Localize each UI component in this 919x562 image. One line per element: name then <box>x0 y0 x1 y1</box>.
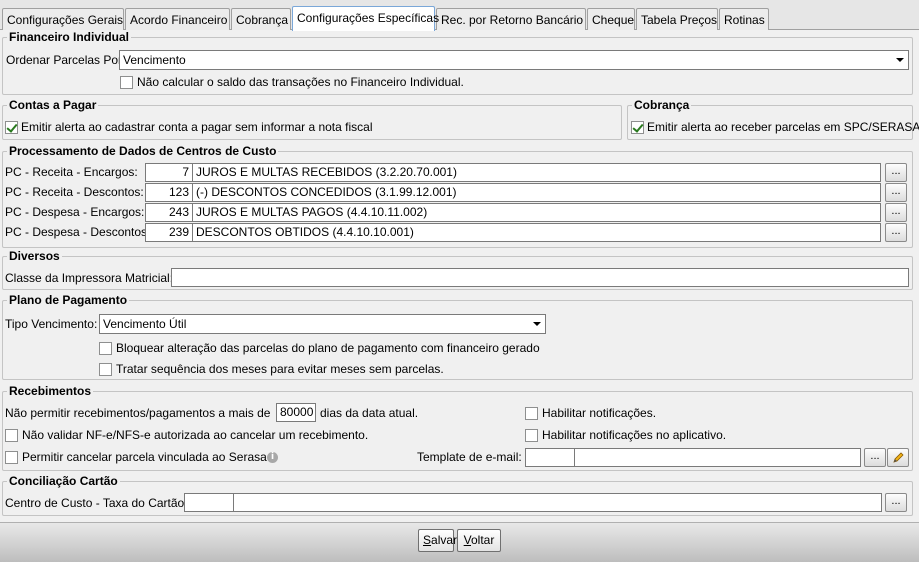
tab-acordo-financeiro[interactable]: Acordo Financeiro <box>125 8 230 30</box>
legend-cobranca: Cobrança <box>632 98 692 112</box>
legend-contas-a-pagar: Contas a Pagar <box>7 98 99 112</box>
group-processamento-centros-custo: Processamento de Dados de Centros de Cus… <box>2 144 913 248</box>
pc-receita-encargos-desc[interactable]: JUROS E MULTAS RECEBIDOS (3.2.20.70.001) <box>192 163 881 182</box>
template-email-code[interactable] <box>525 448 575 467</box>
group-diversos: Diversos Classe da Impressora Matricial: <box>2 249 913 290</box>
centro-custo-taxa-desc[interactable] <box>233 493 882 512</box>
ordenar-parcelas-label: Ordenar Parcelas Por: <box>6 53 126 67</box>
bloquear-alteracao-checkbox[interactable] <box>99 342 112 355</box>
alerta-spc-serasa-checkbox[interactable] <box>631 121 644 134</box>
tab-rotinas[interactable]: Rotinas <box>719 8 769 30</box>
nao-calcular-checkbox[interactable] <box>120 76 133 89</box>
voltar-button[interactable]: Voltar <box>457 529 501 552</box>
permitir-cancelar-serasa-checkbox[interactable] <box>5 451 18 464</box>
info-icon[interactable]: i <box>267 452 278 463</box>
habilitar-notificacoes-checkbox[interactable] <box>525 407 538 420</box>
footer-bar: Salvar Voltar <box>0 522 919 562</box>
tratar-sequencia-checkbox[interactable] <box>99 363 112 376</box>
impressora-matricial-input[interactable] <box>171 268 909 287</box>
template-email-edit-button[interactable] <box>887 448 909 467</box>
centro-custo-taxa-lookup-button[interactable]: ... <box>885 493 907 512</box>
tab-content: Financeiro Individual Ordenar Parcelas P… <box>0 30 919 522</box>
legend-conciliacao-cartao: Conciliação Cartão <box>7 474 120 488</box>
pc-despesa-encargos-desc[interactable]: JUROS E MULTAS PAGOS (4.4.10.11.002) <box>192 203 881 222</box>
salvar-button[interactable]: Salvar <box>418 529 458 552</box>
tratar-sequencia-label: Tratar sequência dos meses para evitar m… <box>116 362 444 376</box>
ordenar-parcelas-value: Vencimento <box>123 53 186 67</box>
salvar-label: alvar <box>431 533 458 547</box>
pc-despesa-encargos-lookup-button[interactable]: ... <box>885 203 907 222</box>
group-conciliacao-cartao: Conciliação Cartão Centro de Custo - Tax… <box>2 474 913 516</box>
tipo-vencimento-label: Tipo Vencimento: <box>5 317 98 331</box>
alerta-conta-pagar-label: Emitir alerta ao cadastrar conta a pagar… <box>21 120 373 134</box>
nao-permitir-recebimentos-label: Não permitir recebimentos/pagamentos a m… <box>5 406 271 420</box>
pc-receita-descontos-label: PC - Receita - Descontos: <box>5 185 144 199</box>
group-cobranca: Cobrança Emitir alerta ao receber parcel… <box>627 98 919 140</box>
legend-diversos: Diversos <box>7 249 62 263</box>
tab-configuracoes-gerais[interactable]: Configurações Gerais <box>2 8 124 30</box>
nao-calcular-label: Não calcular o saldo das transações no F… <box>137 75 464 89</box>
template-email-desc[interactable] <box>574 448 861 467</box>
dias-data-atual-label: dias da data atual. <box>320 406 419 420</box>
tab-cheque[interactable]: Cheque <box>587 8 635 30</box>
voltar-label: oltar <box>471 533 495 547</box>
pencil-icon <box>893 452 904 463</box>
group-plano-pagamento: Plano de Pagamento Tipo Vencimento: Venc… <box>2 293 913 380</box>
pc-receita-descontos-desc[interactable]: (-) DESCONTOS CONCEDIDOS (3.1.99.12.001) <box>192 183 881 202</box>
pc-despesa-descontos-desc[interactable]: DESCONTOS OBTIDOS (4.4.10.10.001) <box>192 223 881 242</box>
group-financeiro-individual: Financeiro Individual Ordenar Parcelas P… <box>2 30 913 95</box>
chevron-down-icon <box>533 322 541 326</box>
salvar-mnemonic: S <box>423 533 432 547</box>
impressora-matricial-label: Classe da Impressora Matricial: <box>5 271 174 285</box>
habilitar-notificacoes-label: Habilitar notificações. <box>542 406 657 420</box>
tab-bar: Configurações Gerais Acordo Financeiro C… <box>0 0 919 31</box>
pc-receita-encargos-lookup-button[interactable]: ... <box>885 163 907 182</box>
pc-despesa-encargos-code[interactable]: 243 <box>145 203 193 222</box>
pc-despesa-descontos-label: PC - Despesa - Descontos: <box>5 225 151 239</box>
legend-recebimentos: Recebimentos <box>7 384 94 398</box>
alerta-spc-serasa-label: Emitir alerta ao receber parcelas em SPC… <box>647 120 919 134</box>
legend-processamento: Processamento de Dados de Centros de Cus… <box>7 144 279 158</box>
pc-receita-descontos-lookup-button[interactable]: ... <box>885 183 907 202</box>
pc-despesa-encargos-label: PC - Despesa - Encargos: <box>5 205 145 219</box>
tab-rec-retorno-bancario[interactable]: Rec. por Retorno Bancário <box>436 8 586 30</box>
chevron-down-icon <box>896 58 904 62</box>
permitir-cancelar-serasa-label: Permitir cancelar parcela vinculada ao S… <box>22 450 267 464</box>
tab-configuracoes-especificas[interactable]: Configurações Específicas <box>292 6 439 31</box>
pc-receita-descontos-code[interactable]: 123 <box>145 183 193 202</box>
pc-receita-encargos-label: PC - Receita - Encargos: <box>5 165 138 179</box>
legend-plano-pagamento: Plano de Pagamento <box>7 293 130 307</box>
pc-despesa-descontos-lookup-button[interactable]: ... <box>885 223 907 242</box>
legend-financeiro-individual: Financeiro Individual <box>7 30 132 44</box>
voltar-mnemonic: V <box>463 533 471 547</box>
tipo-vencimento-value: Vencimento Útil <box>103 317 187 331</box>
bloquear-alteracao-label: Bloquear alteração das parcelas do plano… <box>116 341 540 355</box>
tab-tabela-precos[interactable]: Tabela Preços <box>636 8 718 30</box>
template-email-lookup-button[interactable]: ... <box>864 448 886 467</box>
template-email-label: Template de e-mail: <box>417 450 522 464</box>
group-recebimentos: Recebimentos Não permitir recebimentos/p… <box>2 384 913 471</box>
pc-despesa-descontos-code[interactable]: 239 <box>145 223 193 242</box>
tipo-vencimento-select[interactable]: Vencimento Útil <box>99 314 546 334</box>
group-contas-a-pagar: Contas a Pagar Emitir alerta ao cadastra… <box>2 98 622 140</box>
nao-validar-nfe-label: Não validar NF-e/NFS-e autorizada ao can… <box>22 428 369 442</box>
centro-custo-taxa-code[interactable] <box>184 493 234 512</box>
dias-data-atual-input[interactable]: 80000 <box>276 403 316 422</box>
habilitar-notificacoes-app-label: Habilitar notificações no aplicativo. <box>542 428 727 442</box>
pc-receita-encargos-code[interactable]: 7 <box>145 163 193 182</box>
ordenar-parcelas-select[interactable]: Vencimento <box>119 50 909 70</box>
alerta-conta-pagar-checkbox[interactable] <box>5 121 18 134</box>
centro-custo-taxa-label: Centro de Custo - Taxa do Cartão <box>5 496 185 510</box>
nao-validar-nfe-checkbox[interactable] <box>5 429 18 442</box>
habilitar-notificacoes-app-checkbox[interactable] <box>525 429 538 442</box>
tab-cobranca[interactable]: Cobrança <box>231 8 291 30</box>
